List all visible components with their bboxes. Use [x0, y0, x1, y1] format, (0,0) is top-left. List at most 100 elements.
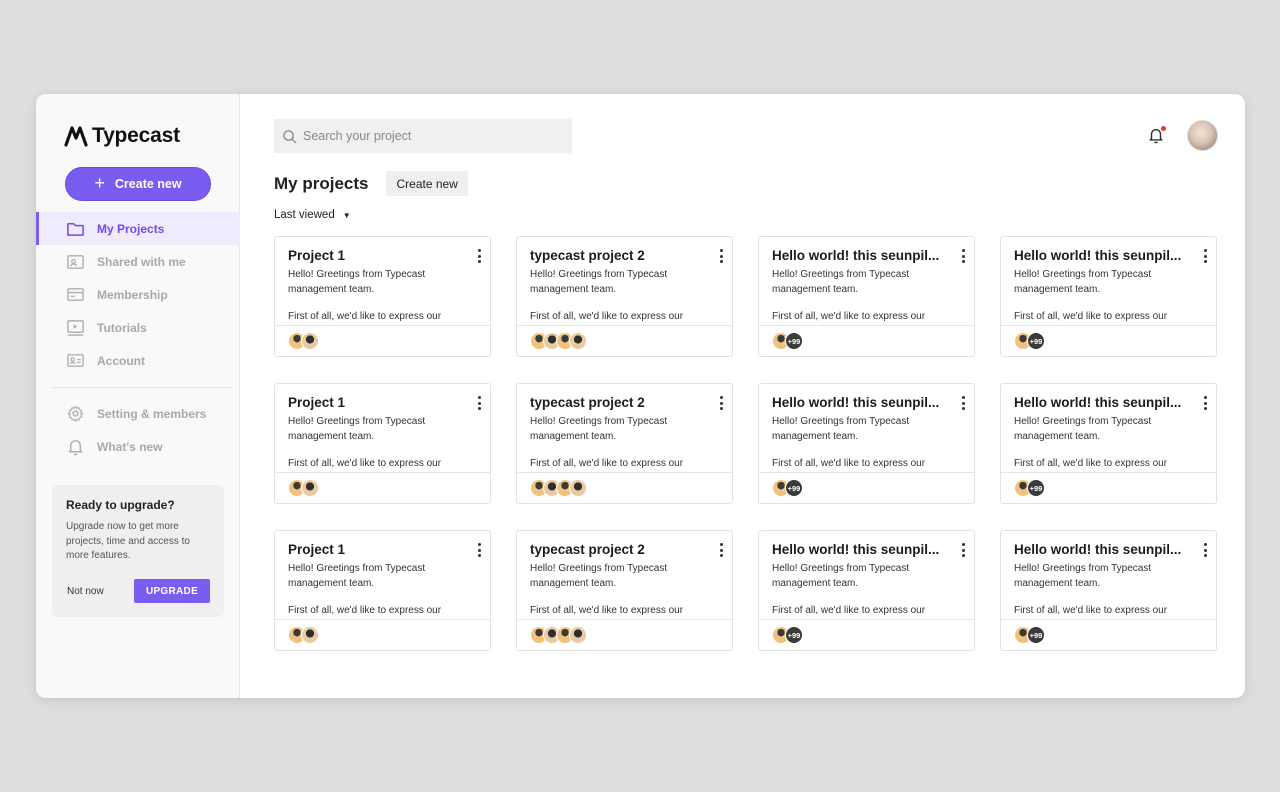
- project-description-continued: First of all, we'd like to express our: [288, 458, 442, 469]
- more-options-icon[interactable]: [960, 543, 966, 557]
- project-card[interactable]: Hello world! this seunpil... Hello! Greet…: [1000, 383, 1217, 504]
- video-icon: [67, 320, 84, 336]
- not-now-button[interactable]: Not now: [66, 586, 104, 597]
- upgrade-panel: Ready to upgrade? Upgrade now to get mor…: [52, 485, 224, 617]
- upgrade-text: Upgrade now to get more projects, time a…: [66, 521, 190, 561]
- card-icon: [67, 288, 84, 301]
- project-title: Project 1: [288, 395, 346, 410]
- project-description: Hello! Greetings from Typecast managemen…: [772, 269, 910, 295]
- sidebar-item-label: What's new: [97, 439, 163, 454]
- project-description-continued: First of all, we'd like to express our: [530, 605, 684, 616]
- notification-dot: [1161, 126, 1166, 131]
- bell-icon: [68, 440, 83, 456]
- project-card[interactable]: Hello world! this seunpil... Hello! Greet…: [1000, 530, 1217, 651]
- project-description: Hello! Greetings from Typecast managemen…: [1014, 416, 1152, 442]
- sidebar-item-label: My Projects: [97, 221, 165, 236]
- collaborators: +99: [759, 619, 974, 650]
- project-description-continued: First of all, we'd like to express our: [530, 458, 684, 469]
- project-card[interactable]: typecast project 2 Hello! Greetings from …: [516, 383, 733, 504]
- project-description: Hello! Greetings from Typecast managemen…: [1014, 269, 1152, 295]
- create-new-button[interactable]: + Create new: [65, 167, 211, 201]
- search-bar[interactable]: [274, 119, 572, 153]
- plus-icon: +: [94, 173, 105, 193]
- sort-dropdown[interactable]: Last viewed ▼: [274, 209, 351, 221]
- title-row: My projects Create new: [274, 171, 468, 196]
- project-card[interactable]: typecast project 2 Hello! Greetings from …: [516, 236, 733, 357]
- user-avatar[interactable]: [1187, 120, 1218, 151]
- more-collaborators-badge: +99: [1027, 626, 1045, 644]
- project-description: Hello! Greetings from Typecast managemen…: [288, 416, 426, 442]
- project-description: Hello! Greetings from Typecast managemen…: [530, 416, 668, 442]
- collaborators: +99: [759, 472, 974, 503]
- sidebar-item-my-projects[interactable]: My Projects: [36, 212, 240, 245]
- logo[interactable]: Typecast: [64, 124, 180, 148]
- project-description-continued: First of all, we'd like to express our: [1014, 311, 1168, 322]
- collaborators: +99: [1001, 619, 1216, 650]
- page-title: My projects: [274, 173, 369, 193]
- project-description: Hello! Greetings from Typecast managemen…: [1014, 563, 1152, 589]
- more-options-icon[interactable]: [476, 396, 482, 410]
- project-description-continued: First of all, we'd like to express our: [530, 311, 684, 322]
- more-options-icon[interactable]: [476, 543, 482, 557]
- collaborators: +99: [759, 325, 974, 356]
- folder-icon: [67, 222, 84, 236]
- sidebar-nav: My Projects Shared with me Membership Tu…: [36, 212, 240, 377]
- create-new-label: Create new: [114, 177, 182, 191]
- sidebar-divider: [52, 387, 232, 388]
- sort-label: Last viewed: [274, 209, 335, 221]
- project-description-continued: First of all, we'd like to express our: [288, 311, 442, 322]
- project-description-continued: First of all, we'd like to express our: [772, 311, 926, 322]
- collaborator-avatar: [301, 332, 319, 350]
- project-title: Hello world! this seunpil...: [772, 248, 940, 263]
- project-description: Hello! Greetings from Typecast managemen…: [772, 563, 910, 589]
- project-card[interactable]: Project 1 Hello! Greetings from Typecast …: [274, 383, 491, 504]
- notification-button[interactable]: [1147, 126, 1166, 144]
- sidebar-item-tutorials[interactable]: Tutorials: [36, 311, 240, 344]
- sidebar-item-whats-new[interactable]: What's new: [36, 430, 240, 463]
- collaborator-avatar: [301, 626, 319, 644]
- collaborators: [517, 619, 732, 650]
- sidebar-item-account[interactable]: Account: [36, 344, 240, 377]
- search-icon: [283, 129, 297, 143]
- collaborators: [275, 472, 490, 503]
- sidebar: Typecast + Create new My Projects Shared…: [36, 94, 240, 698]
- more-options-icon[interactable]: [960, 249, 966, 263]
- more-options-icon[interactable]: [960, 396, 966, 410]
- collaborators: [517, 472, 732, 503]
- more-options-icon[interactable]: [718, 396, 724, 410]
- create-new-project-button[interactable]: Create new: [386, 171, 468, 196]
- more-options-icon[interactable]: [476, 249, 482, 263]
- project-title: typecast project 2: [530, 542, 645, 557]
- project-title: Project 1: [288, 248, 346, 263]
- more-collaborators-badge: +99: [785, 479, 803, 497]
- project-card[interactable]: Hello world! this seunpil... Hello! Greet…: [758, 530, 975, 651]
- project-card[interactable]: Project 1 Hello! Greetings from Typecast …: [274, 236, 491, 357]
- upgrade-button[interactable]: UPGRADE: [134, 579, 210, 603]
- sidebar-item-label: Membership: [97, 287, 168, 302]
- project-card[interactable]: Project 1 Hello! Greetings from Typecast …: [274, 530, 491, 651]
- collaborators: +99: [1001, 325, 1216, 356]
- sidebar-item-shared[interactable]: Shared with me: [36, 245, 240, 278]
- project-title: typecast project 2: [530, 248, 645, 263]
- project-card[interactable]: typecast project 2 Hello! Greetings from …: [516, 530, 733, 651]
- project-card[interactable]: Hello world! this seunpil... Hello! Greet…: [758, 383, 975, 504]
- project-title: Hello world! this seunpil...: [1014, 395, 1182, 410]
- project-card[interactable]: Hello world! this seunpil... Hello! Greet…: [1000, 236, 1217, 357]
- main-content: My projects Create new Last viewed ▼ Pro…: [240, 94, 1245, 698]
- sidebar-item-membership[interactable]: Membership: [36, 278, 240, 311]
- more-options-icon[interactable]: [718, 543, 724, 557]
- search-input[interactable]: [303, 129, 553, 143]
- project-card[interactable]: Hello world! this seunpil... Hello! Greet…: [758, 236, 975, 357]
- sidebar-item-settings[interactable]: Setting & members: [36, 397, 240, 430]
- more-options-icon[interactable]: [1202, 249, 1208, 263]
- more-collaborators-badge: +99: [1027, 332, 1045, 350]
- collaborator-avatar: [569, 479, 587, 497]
- project-description-continued: First of all, we'd like to express our: [288, 605, 442, 616]
- more-collaborators-badge: +99: [785, 332, 803, 350]
- more-options-icon[interactable]: [1202, 543, 1208, 557]
- project-title: Hello world! this seunpil...: [1014, 248, 1182, 263]
- more-options-icon[interactable]: [718, 249, 724, 263]
- project-title: Hello world! this seunpil...: [772, 542, 940, 557]
- more-options-icon[interactable]: [1202, 396, 1208, 410]
- project-description-continued: First of all, we'd like to express our: [1014, 458, 1168, 469]
